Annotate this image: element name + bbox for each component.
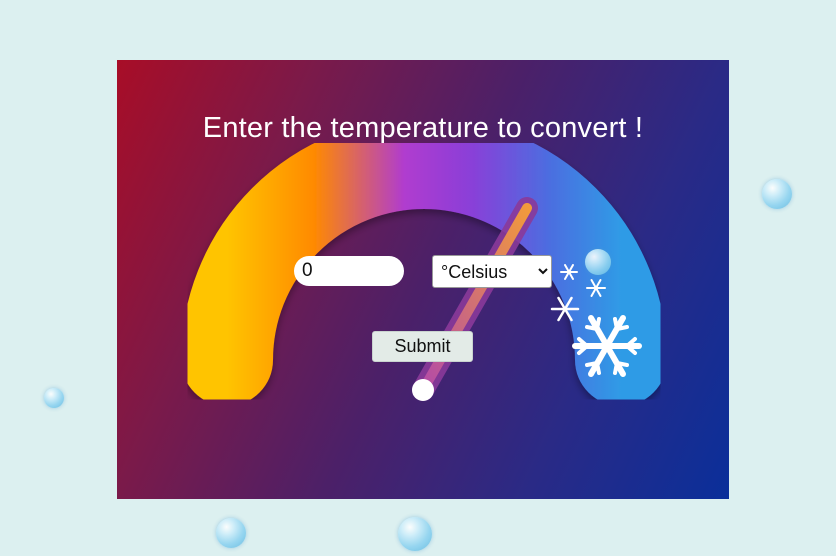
bubble-decoration <box>762 179 792 209</box>
temperature-input[interactable] <box>294 256 404 286</box>
converter-panel: Enter the temperature to convert ! °Cels… <box>117 60 729 499</box>
submit-button[interactable]: Submit <box>372 331 473 362</box>
gauge-needle-highlight <box>418 203 532 395</box>
bubble-decoration <box>398 517 432 551</box>
bubble-decoration <box>216 518 246 548</box>
gauge-needle-pivot <box>412 379 434 401</box>
bubble-decoration <box>585 249 611 275</box>
page-title: Enter the temperature to convert ! <box>202 112 644 144</box>
bubble-decoration <box>44 388 64 408</box>
unit-select[interactable]: °Celsius <box>432 255 552 288</box>
